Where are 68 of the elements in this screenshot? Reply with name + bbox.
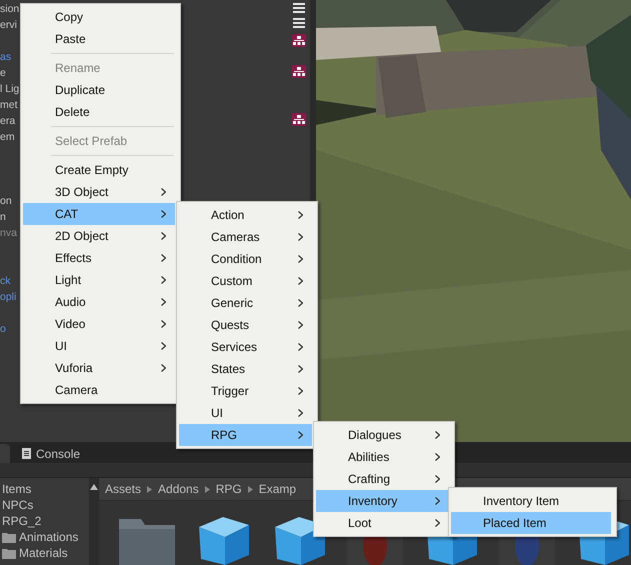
folder-item[interactable]: Animations (19, 530, 78, 544)
hierarchy-item[interactable]: era (0, 113, 16, 129)
breadcrumb-item[interactable]: Assets (105, 482, 142, 496)
menu-item[interactable]: Effects (23, 247, 175, 269)
scroll-up-icon[interactable] (90, 484, 98, 490)
menu-item[interactable]: States (179, 358, 312, 380)
breadcrumb-arrow-icon (248, 486, 253, 492)
hierarchy-item[interactable]: on (0, 193, 12, 209)
breadcrumb-arrow-icon (204, 486, 210, 492)
hierarchy-icon[interactable] (292, 34, 306, 47)
hierarchy-item[interactable]: opli (0, 289, 16, 305)
hierarchy-item[interactable]: ervi (0, 17, 17, 33)
menu-item[interactable]: Vuforia (23, 357, 175, 379)
menu-item[interactable]: Condition (179, 248, 312, 270)
menu-item[interactable]: Delete (23, 101, 175, 123)
breadcrumb-item[interactable]: Addons (158, 482, 199, 496)
menu-item[interactable]: RPG (179, 424, 312, 446)
menu-item[interactable]: Placed Item (451, 512, 611, 534)
folder-icon (2, 532, 16, 542)
menu-item[interactable]: 3D Object (23, 181, 175, 203)
folder-item[interactable]: RPG_2 (2, 514, 42, 528)
menu-icon[interactable] (292, 17, 306, 30)
menu-item[interactable]: Create Empty (23, 159, 175, 181)
menu-item[interactable]: Action (179, 204, 312, 226)
breadcrumb-item[interactable]: RPG (216, 482, 242, 496)
folder-icon (2, 548, 16, 558)
menu-item[interactable]: Camera (23, 379, 175, 401)
menu-item[interactable]: Trigger (179, 380, 312, 402)
hierarchy-item[interactable]: n (0, 209, 6, 225)
menu-item[interactable]: Generic (179, 292, 312, 314)
menu-item[interactable]: 2D Object (23, 225, 175, 247)
hierarchy-icon[interactable] (292, 113, 306, 126)
menu-item[interactable]: Duplicate (23, 79, 175, 101)
menu-item[interactable]: Abilities (316, 446, 449, 468)
menu-item[interactable]: Copy (23, 6, 175, 28)
menu-item[interactable]: UI (179, 402, 312, 424)
menu-item[interactable]: Paste (23, 28, 175, 50)
menu-item[interactable]: Dialogues (316, 424, 449, 446)
menu-item[interactable]: Audio (23, 291, 175, 313)
menu-item[interactable]: Custom (179, 270, 312, 292)
hierarchy-item[interactable]: sion (0, 1, 20, 17)
menu-item[interactable]: Inventory Item (451, 490, 611, 512)
menu-item[interactable]: Services (179, 336, 312, 358)
hierarchy-item[interactable]: e (0, 65, 6, 81)
hierarchy-item[interactable]: em (0, 129, 15, 145)
menu-item[interactable]: Quests (179, 314, 312, 336)
menu-item[interactable]: Loot (316, 512, 449, 534)
folder-item[interactable]: NPCs (2, 498, 34, 512)
menu-item[interactable]: CAT (23, 203, 175, 225)
folder-item[interactable]: Materials (19, 546, 68, 560)
hierarchy-item[interactable]: l Lig (0, 81, 20, 97)
scrollbar[interactable] (89, 478, 99, 565)
menu-item[interactable]: Crafting (316, 468, 449, 490)
breadcrumb-arrow-icon (147, 486, 152, 492)
hierarchy-icon[interactable] (292, 65, 306, 78)
breadcrumb-item[interactable]: Examp (258, 482, 296, 496)
hierarchy-item[interactable]: met (0, 97, 18, 113)
menu-icon[interactable] (292, 2, 306, 15)
hierarchy-item[interactable]: as (0, 49, 12, 65)
hierarchy-item[interactable]: o (0, 321, 6, 337)
menu-item[interactable]: Cameras (179, 226, 312, 248)
folder-item[interactable]: Items (2, 482, 32, 496)
menu-item[interactable]: Video (23, 313, 175, 335)
console-icon (22, 448, 31, 459)
menu-item[interactable]: Inventory (316, 490, 449, 512)
menu-item[interactable]: Light (23, 269, 175, 291)
hierarchy-item[interactable]: ck (0, 273, 10, 289)
menu-item[interactable]: UI (23, 335, 175, 357)
